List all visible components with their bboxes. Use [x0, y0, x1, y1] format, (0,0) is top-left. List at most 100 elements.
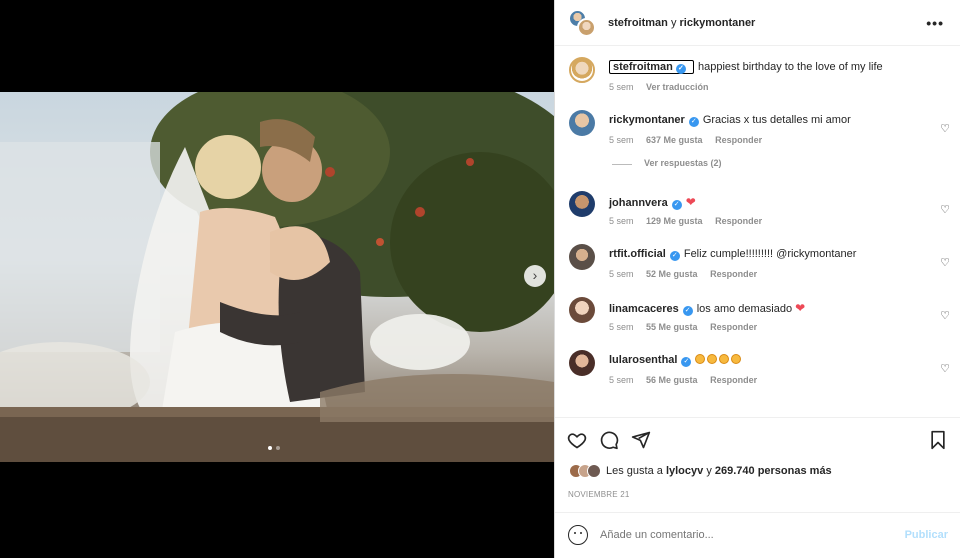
post-date: NOVIEMBRE 21 [568, 490, 630, 499]
heart-icon[interactable] [567, 430, 587, 450]
like-comment-icon[interactable]: ♡ [940, 203, 950, 216]
comment-text: los amo demasiado [696, 303, 793, 315]
comment-username[interactable]: stefroitman ✓ [609, 60, 694, 74]
collab-avatar[interactable] [568, 8, 596, 37]
author-link[interactable]: rickymontaner [680, 17, 756, 29]
carousel-dot-active [268, 446, 272, 450]
comment: lularosenthal ✓ 5 sem 56 Me gusta Respond… [555, 340, 960, 393]
heart-eyes-emoji [707, 354, 718, 364]
avatar [587, 464, 601, 478]
comment-time: 5 sem [609, 216, 634, 226]
avatar[interactable] [569, 297, 595, 323]
author-link[interactable]: stefroitman [608, 17, 668, 29]
comment-text: Gracias x tus detalles mi amor [702, 114, 851, 126]
reply-button[interactable]: Responder [710, 269, 757, 279]
next-image-button[interactable]: › [524, 265, 546, 287]
red-heart-emoji: ❤ [795, 301, 806, 315]
likes-conj: y [706, 465, 712, 477]
emoji-icon[interactable] [568, 525, 588, 545]
action-icons [567, 430, 651, 450]
likes-prefix: Les gusta a [606, 465, 663, 477]
avatar[interactable] [569, 110, 595, 136]
comment-text-line: johannvera ✓ ❤ [609, 195, 696, 210]
comment-meta: 5 sem 52 Me gusta Responder [609, 269, 767, 279]
comment: johannvera ✓ ❤ 5 sem 129 Me gusta Responde… [555, 181, 960, 234]
comment-likes[interactable]: 56 Me gusta [646, 375, 698, 385]
comment-username[interactable]: lularosenthal [609, 354, 677, 366]
comment-time: 5 sem [609, 269, 634, 279]
verified-icon: ✓ [671, 200, 682, 210]
comment-username[interactable]: johannvera [609, 197, 668, 209]
more-options-icon[interactable]: ••• [926, 15, 944, 31]
post-actions: Les gusta a lylocyv y 269.740 personas m… [555, 417, 960, 558]
comment-meta: 5 sem 56 Me gusta Responder [609, 375, 767, 385]
comments-list[interactable]: stefroitman ✓ happiest birthday to the lo… [555, 47, 960, 416]
reply-button[interactable]: Responder [715, 216, 762, 226]
comment-meta: 5 sem 129 Me gusta Responder [609, 216, 772, 226]
comment-likes[interactable]: 55 Me gusta [646, 322, 698, 332]
instagram-post-modal: › stefroitman y rickymontaner ••• stefro… [0, 0, 960, 558]
comment-input[interactable] [600, 529, 860, 541]
comment: rickymontaner ✓ Gracias x tus detalles mi … [555, 100, 960, 153]
comment-text-line: lularosenthal ✓ [609, 354, 743, 367]
red-heart-emoji: ❤ [685, 195, 696, 209]
verified-icon: ✓ [669, 251, 680, 261]
carousel-dot [276, 446, 280, 450]
replies-divider [612, 164, 632, 165]
post-authors: stefroitman y rickymontaner [608, 17, 755, 29]
avatar[interactable] [569, 57, 595, 83]
reply-button[interactable]: Responder [710, 322, 757, 332]
username-text: stefroitman [613, 61, 673, 73]
comment-time: 5 sem [609, 82, 634, 92]
comment-text-line: rickymontaner ✓ Gracias x tus detalles mi … [609, 114, 851, 127]
comment-text: Feliz cumple!!!!!!!!! @rickymontaner [683, 248, 857, 260]
heart-eyes-emoji [695, 354, 706, 364]
comment-text-line: rtfit.official ✓ Feliz cumple!!!!!!!!! @ri… [609, 248, 856, 261]
comment-likes[interactable]: 637 Me gusta [646, 135, 703, 145]
post-photo[interactable] [0, 92, 554, 462]
likes-user[interactable]: lylocyv [666, 465, 703, 477]
likes-summary[interactable]: Les gusta a lylocyv y 269.740 personas m… [569, 464, 832, 478]
avatar[interactable] [569, 244, 595, 270]
heart-eyes-emoji [731, 354, 742, 364]
comment-meta: 5 sem Ver traducción [609, 82, 719, 92]
comment: rtfit.official ✓ Feliz cumple!!!!!!!!! @ri… [555, 234, 960, 287]
comment-username[interactable]: rickymontaner [609, 114, 685, 126]
avatar[interactable] [569, 350, 595, 376]
view-replies[interactable]: Ver respuestas (2) [555, 153, 960, 181]
comment-username[interactable]: rtfit.official [609, 248, 666, 260]
reply-button[interactable]: Responder [715, 135, 762, 145]
like-comment-icon[interactable]: ♡ [940, 122, 950, 135]
likes-count[interactable]: 269.740 personas más [715, 465, 832, 477]
author-conjunction: y [670, 16, 677, 29]
caption: stefroitman ✓ happiest birthday to the lo… [555, 47, 960, 100]
comment: linamcaceres ✓ los amo demasiado ❤ 5 sem 5… [555, 287, 960, 340]
comment-likes[interactable]: 129 Me gusta [646, 216, 703, 226]
comment-time: 5 sem [609, 135, 634, 145]
reply-button[interactable]: Responder [710, 375, 757, 385]
comment-username[interactable]: linamcaceres [609, 303, 679, 315]
verified-icon: ✓ [675, 64, 686, 74]
comment-likes[interactable]: 52 Me gusta [646, 269, 698, 279]
likes-text: Les gusta a lylocyv y 269.740 personas m… [606, 465, 832, 477]
post-panel: stefroitman y rickymontaner ••• stefroit… [554, 0, 960, 558]
like-comment-icon[interactable]: ♡ [940, 309, 950, 322]
verified-icon: ✓ [681, 357, 692, 367]
caption-text-line: stefroitman ✓ happiest birthday to the lo… [609, 60, 883, 74]
translate-link[interactable]: Ver traducción [646, 82, 709, 92]
like-comment-icon[interactable]: ♡ [940, 256, 950, 269]
comment-text-line: linamcaceres ✓ los amo demasiado ❤ [609, 301, 805, 316]
like-comment-icon[interactable]: ♡ [940, 362, 950, 375]
post-media: › [0, 0, 554, 558]
heart-eyes-emoji [719, 354, 730, 364]
share-icon[interactable] [631, 430, 651, 450]
publish-button[interactable]: Publicar [905, 529, 948, 541]
avatar [577, 17, 596, 37]
comment-icon[interactable] [599, 430, 619, 450]
bookmark-icon[interactable] [928, 430, 948, 450]
comment-meta: 5 sem 55 Me gusta Responder [609, 322, 767, 332]
view-replies-link[interactable]: Ver respuestas (2) [644, 158, 722, 168]
caption-text: happiest birthday to the love of my life [697, 61, 883, 73]
avatar[interactable] [569, 191, 595, 217]
comment-time: 5 sem [609, 375, 634, 385]
